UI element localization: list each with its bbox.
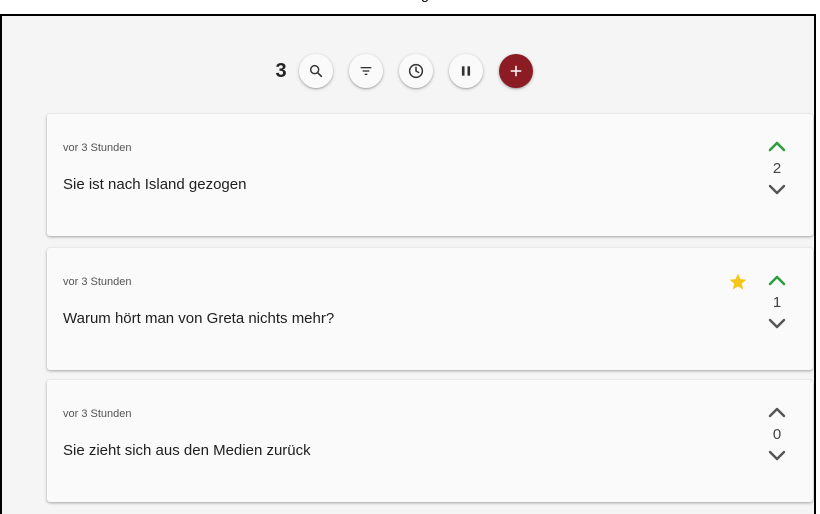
- search-icon: [309, 64, 322, 78]
- vote-control: 1: [763, 270, 791, 350]
- question-card: vor 3 Stunden Sie zieht sich aus den Med…: [47, 380, 813, 502]
- toolbar: 3: [0, 53, 810, 89]
- clock-button[interactable]: [398, 54, 433, 88]
- timestamp: vor 3 Stunden: [63, 276, 132, 288]
- chevron-up-icon: [768, 407, 786, 418]
- app-frame: 3 vor 3 Stunden Sie ist nach Island gezo…: [0, 14, 816, 514]
- chevron-down-icon: [768, 318, 786, 329]
- question-count: 3: [275, 59, 287, 82]
- page-title-fragment: g: [380, 0, 470, 2]
- question-text: Sie ist nach Island gezogen: [63, 176, 247, 193]
- chevron-up-icon: [768, 275, 786, 286]
- timestamp: vor 3 Stunden: [63, 142, 132, 154]
- pause-icon: [461, 66, 470, 76]
- question-text: Warum hört man von Greta nichts mehr?: [63, 310, 335, 327]
- chevron-down-icon: [768, 450, 786, 461]
- search-button[interactable]: [298, 54, 333, 88]
- downvote-button[interactable]: [765, 180, 789, 200]
- downvote-button[interactable]: [765, 446, 789, 466]
- vote-count: 0: [772, 426, 782, 443]
- plus-icon: [510, 65, 521, 77]
- upvote-button[interactable]: [765, 270, 789, 290]
- filter-button[interactable]: [348, 54, 383, 88]
- upvote-button[interactable]: [765, 402, 789, 422]
- chevron-down-icon: [768, 184, 786, 195]
- clock-icon: [408, 63, 423, 79]
- pause-button[interactable]: [448, 54, 483, 88]
- vote-count: 1: [772, 294, 782, 311]
- question-card: vor 3 Stunden Sie ist nach Island gezoge…: [47, 114, 813, 236]
- filter-icon: [360, 67, 371, 75]
- chevron-up-icon: [768, 141, 786, 152]
- vote-count: 2: [772, 160, 782, 177]
- vote-control: 0: [763, 402, 791, 482]
- downvote-button[interactable]: [765, 314, 789, 334]
- add-question-button[interactable]: [498, 54, 533, 88]
- vote-control: 2: [763, 136, 791, 216]
- upvote-button[interactable]: [765, 136, 789, 156]
- question-card: vor 3 Stunden Warum hört man von Greta n…: [47, 248, 813, 370]
- question-text: Sie zieht sich aus den Medien zurück: [63, 442, 311, 459]
- star-icon[interactable]: [728, 272, 748, 292]
- timestamp: vor 3 Stunden: [63, 408, 132, 420]
